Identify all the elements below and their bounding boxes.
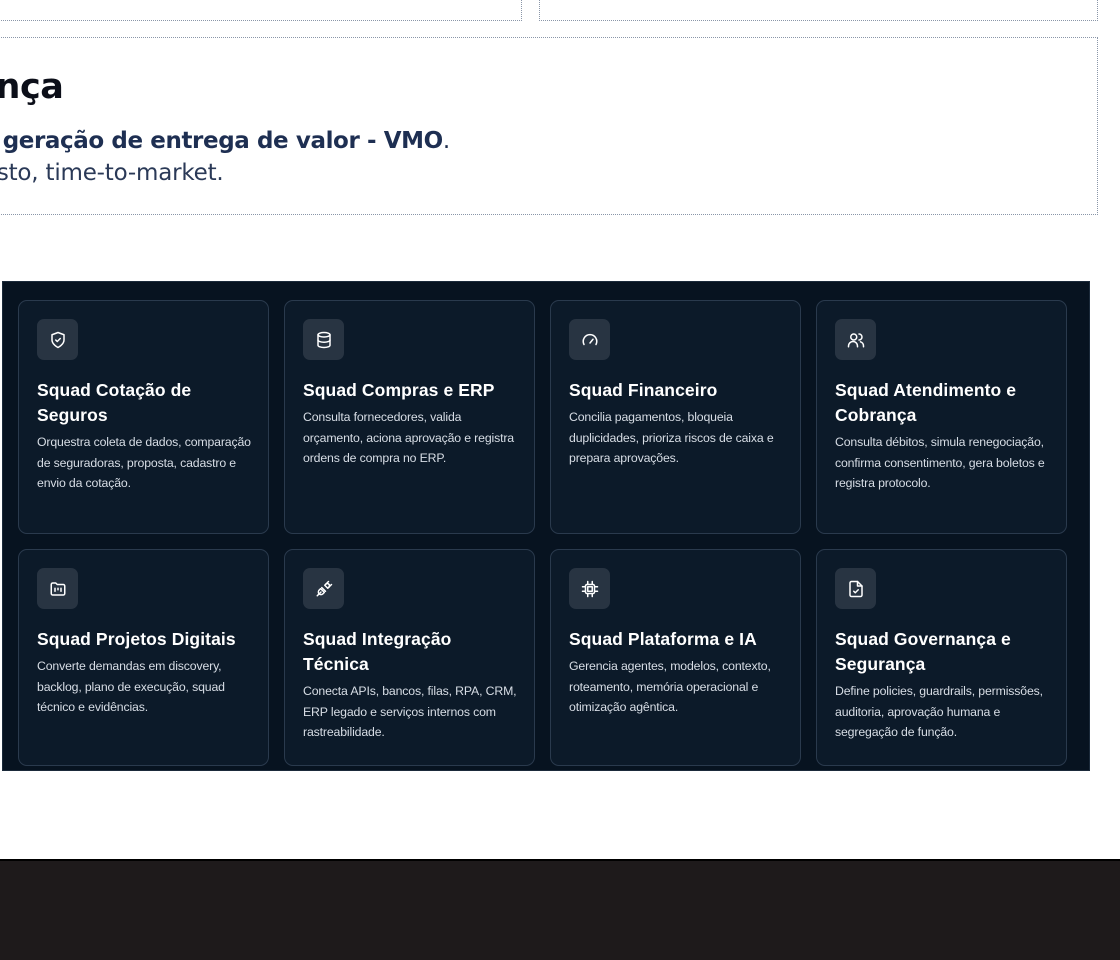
squads-grid: Squad Cotação de Seguros Orquestra colet… (18, 300, 1070, 766)
squad-title: Squad Compras e ERP (303, 380, 495, 400)
squad-description: Define policies, guardrails, permissões,… (835, 684, 1043, 740)
squad-title: Squad Plataforma e IA (569, 629, 757, 649)
top-left-card (0, 0, 522, 21)
squad-description: Converte demandas em discovery, backlog,… (37, 659, 225, 715)
squad-description: Consulta débitos, simula renegociação, c… (835, 435, 1045, 491)
squad-card[interactable]: Squad Integração Técnica Conecta APIs, b… (284, 549, 535, 766)
squad-card[interactable]: Squad Cotação de Seguros Orquestra colet… (18, 300, 269, 534)
vmo-highlight: a geração de entrega de valor - VMO (0, 128, 443, 154)
top-right-card (539, 0, 1098, 21)
gauge-icon (569, 319, 610, 360)
governance-card (0, 37, 1098, 215)
squad-card[interactable]: Squad Projetos Digitais Converte demanda… (18, 549, 269, 766)
users-icon (835, 319, 876, 360)
squad-description: Conecta APIs, bancos, filas, RPA, CRM, E… (303, 684, 517, 740)
governance-title: nança (0, 67, 64, 107)
governance-line-2: custo, time-to-market. (0, 160, 224, 186)
squad-card[interactable]: Squad Financeiro Concilia pagamentos, bl… (550, 300, 801, 534)
squad-title: Squad Projetos Digitais (37, 629, 236, 649)
shield-check-icon (37, 319, 78, 360)
line-1-end: . (442, 128, 450, 154)
squad-title: Squad Integração Técnica (303, 629, 452, 674)
squad-card[interactable]: Squad Atendimento e Cobrança Consulta dé… (816, 300, 1067, 534)
squad-card[interactable]: Squad Plataforma e IA Gerencia agentes, … (550, 549, 801, 766)
squad-title: Squad Cotação de Seguros (37, 380, 192, 425)
cpu-icon (569, 568, 610, 609)
squad-title: Squad Atendimento e Cobrança (835, 380, 1017, 425)
squad-title: Squad Financeiro (569, 380, 718, 400)
squad-card[interactable]: Squad Compras e ERP Consulta fornecedore… (284, 300, 535, 534)
squads-panel: Squad Cotação de Seguros Orquestra colet… (2, 281, 1090, 771)
governance-line-1: a geração de entrega de valor - VMO. (0, 128, 450, 154)
squad-description: Gerencia agentes, modelos, contexto, rot… (569, 659, 771, 715)
squad-title: Squad Governança e Segurança (835, 629, 1011, 674)
folder-kanban-icon (37, 568, 78, 609)
squad-card[interactable]: Squad Governança e Segurança Define poli… (816, 549, 1067, 766)
database-icon (303, 319, 344, 360)
squad-description: Concilia pagamentos, bloqueia duplicidad… (569, 410, 774, 466)
plug-icon (303, 568, 344, 609)
page-footer (0, 859, 1120, 960)
squad-description: Consulta fornecedores, valida orçamento,… (303, 410, 514, 466)
file-check-icon (835, 568, 876, 609)
squad-description: Orquestra coleta de dados, comparação de… (37, 435, 251, 491)
